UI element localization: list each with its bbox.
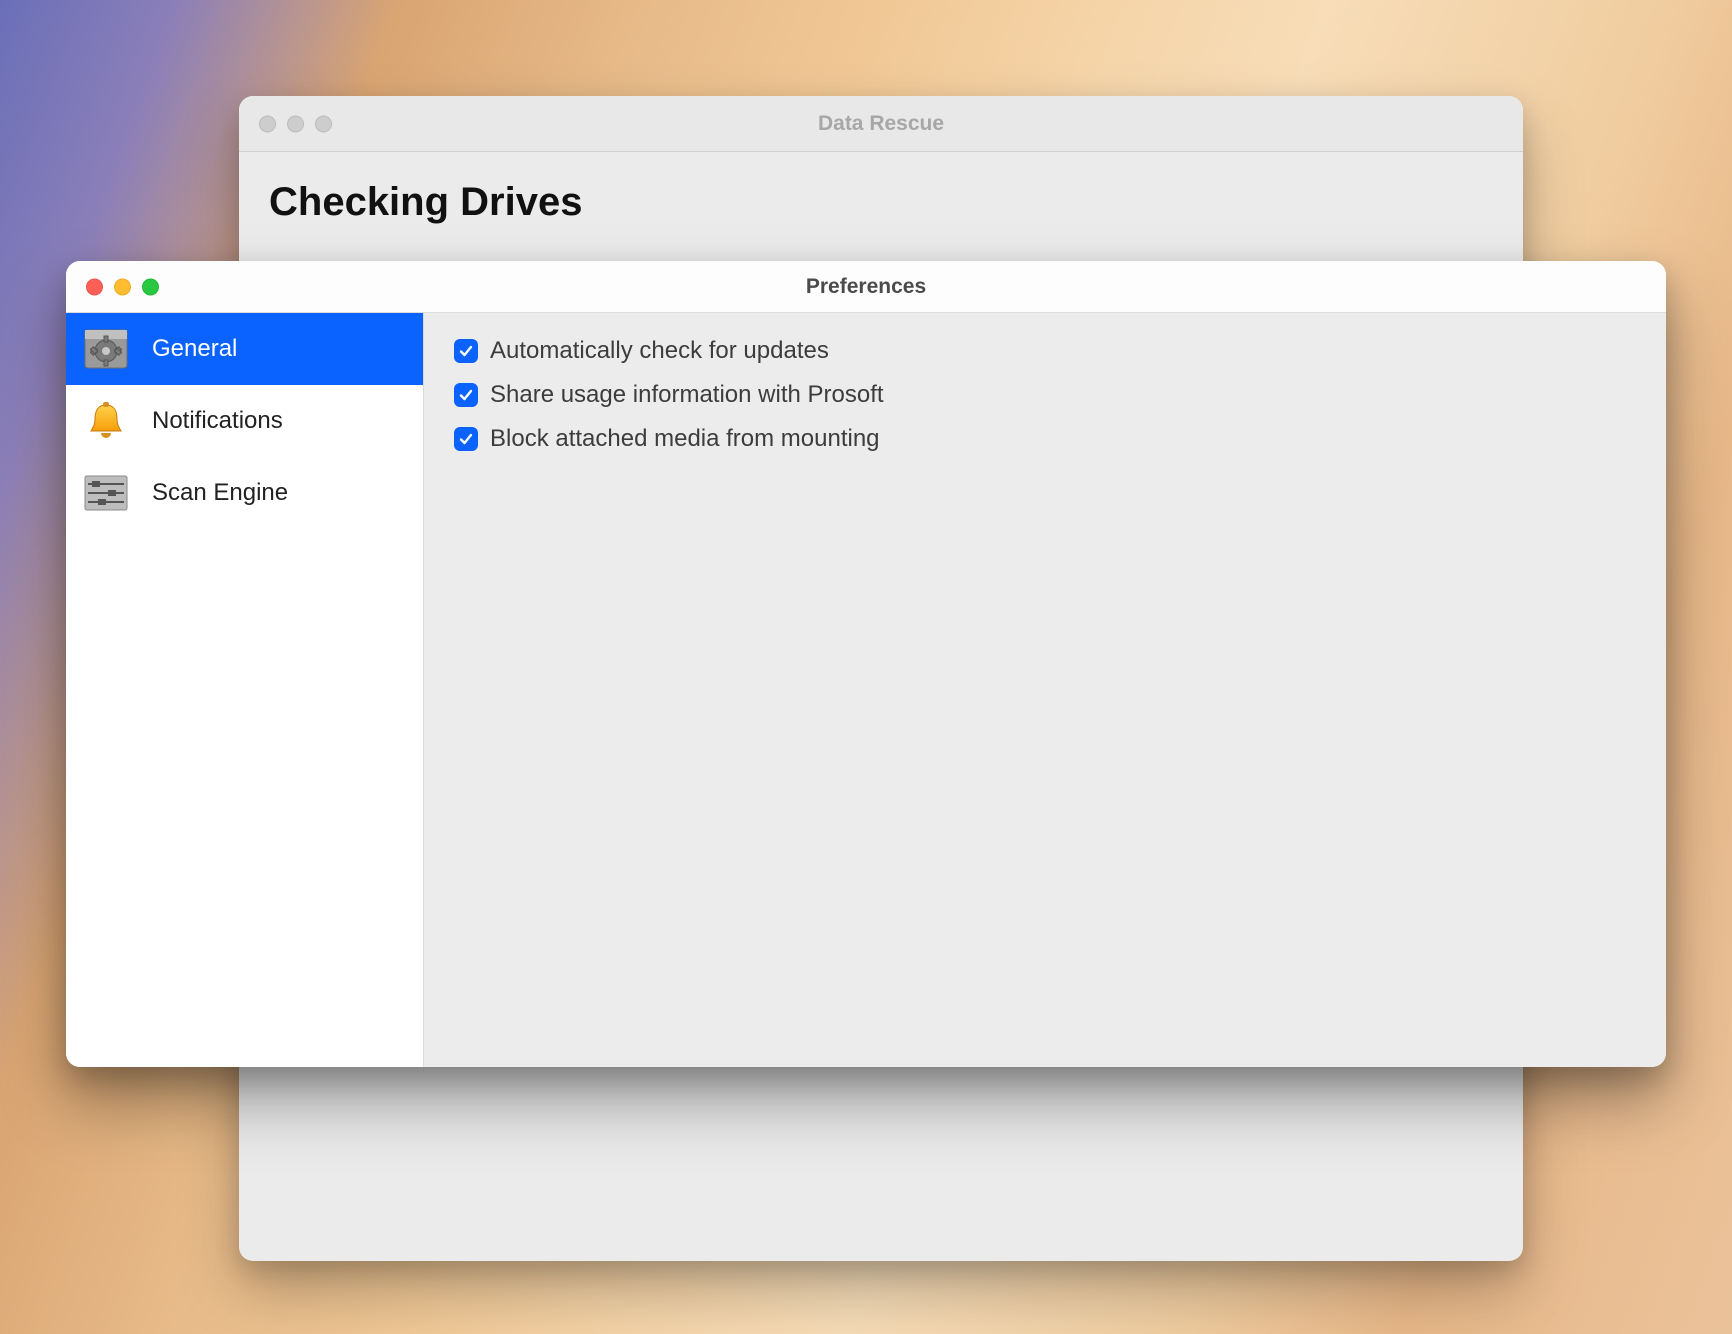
close-button[interactable] (86, 278, 103, 295)
preferences-title: Preferences (66, 275, 1666, 299)
scan-icon (82, 469, 130, 517)
checkbox-label: Share usage information with Prosoft (490, 381, 884, 409)
preferences-content: Automatically check for updates Share us… (424, 313, 1666, 1067)
checkbox-share-usage[interactable] (454, 383, 478, 407)
zoom-button[interactable] (142, 278, 159, 295)
main-window-content: Checking Drives (239, 152, 1523, 253)
checkbox-label: Block attached media from mounting (490, 425, 880, 453)
bell-icon (82, 397, 130, 445)
zoom-button[interactable] (315, 115, 332, 132)
close-button[interactable] (259, 115, 276, 132)
option-block-media: Block attached media from mounting (454, 425, 1636, 453)
sidebar-item-notifications[interactable]: Notifications (66, 385, 423, 457)
minimize-button[interactable] (287, 115, 304, 132)
main-window-traffic-lights (259, 115, 332, 132)
sidebar-item-label: General (152, 335, 237, 363)
preferences-body: General (66, 313, 1666, 1067)
preferences-traffic-lights (86, 278, 159, 295)
page-heading: Checking Drives (269, 180, 1493, 225)
preferences-sidebar: General (66, 313, 424, 1067)
option-auto-update: Automatically check for updates (454, 337, 1636, 365)
main-window-titlebar: Data Rescue (239, 96, 1523, 152)
checkbox-label: Automatically check for updates (490, 337, 829, 365)
checkbox-auto-update[interactable] (454, 339, 478, 363)
sidebar-item-label: Scan Engine (152, 479, 288, 507)
sidebar-item-general[interactable]: General (66, 313, 423, 385)
main-window-title: Data Rescue (239, 112, 1523, 136)
general-icon (82, 325, 130, 373)
option-share-usage: Share usage information with Prosoft (454, 381, 1636, 409)
preferences-titlebar: Preferences (66, 261, 1666, 313)
sidebar-item-label: Notifications (152, 407, 283, 435)
minimize-button[interactable] (114, 278, 131, 295)
checkbox-block-media[interactable] (454, 427, 478, 451)
sidebar-item-scan-engine[interactable]: Scan Engine (66, 457, 423, 529)
preferences-window: Preferences (66, 261, 1666, 1067)
